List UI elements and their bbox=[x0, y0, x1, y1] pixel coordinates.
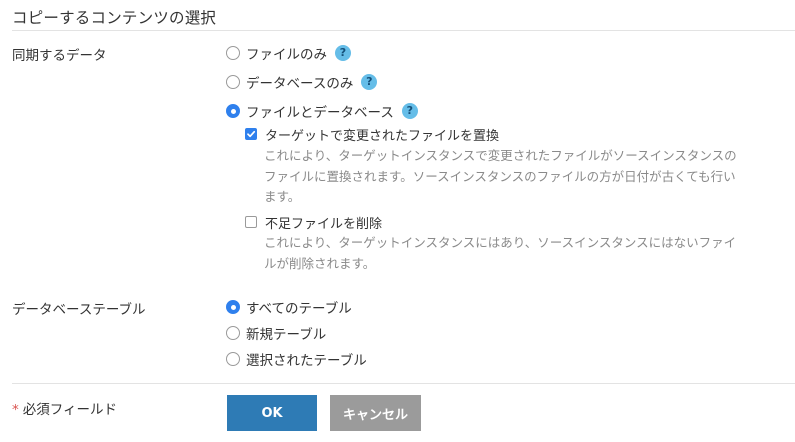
checkbox-label: ターゲットで変更されたファイルを置換 bbox=[265, 128, 500, 144]
title-divider bbox=[12, 30, 795, 31]
radio-label: 選択されたテーブル bbox=[246, 353, 367, 369]
radio-files-and-database[interactable]: ファイルとデータベース ? bbox=[226, 101, 418, 121]
radio-button[interactable] bbox=[226, 326, 240, 340]
question-icon[interactable]: ? bbox=[361, 74, 378, 90]
radio-files-only[interactable]: ファイルのみ ? bbox=[226, 43, 351, 63]
question-icon[interactable]: ? bbox=[401, 103, 418, 119]
replace-files-description: これにより、ターゲットインスタンスで変更されたファイルがソースインスタンスの フ… bbox=[264, 146, 764, 208]
cancel-button[interactable]: キャンセル bbox=[330, 395, 421, 431]
radio-button[interactable] bbox=[226, 352, 240, 366]
delete-files-description: これにより、ターゲットインスタンスにはあり、ソースインスタンスにはないファイ ル… bbox=[264, 233, 764, 274]
radio-button-selected[interactable] bbox=[226, 104, 240, 118]
checkbox-unchecked[interactable] bbox=[245, 216, 257, 228]
database-tables-label: データベーステーブル bbox=[12, 302, 146, 318]
radio-label: 新規テーブル bbox=[246, 327, 327, 343]
radio-new-tables[interactable]: 新規テーブル bbox=[226, 323, 326, 343]
required-fields-note: * 必須フィールド bbox=[12, 398, 117, 418]
question-icon[interactable]: ? bbox=[335, 45, 351, 61]
radio-label: ファイルのみ bbox=[246, 47, 327, 63]
description-line: これにより、ターゲットインスタンスで変更されたファイルがソースインスタンスの bbox=[264, 148, 737, 163]
sync-data-label: 同期するデータ bbox=[12, 48, 107, 64]
ok-button[interactable]: OK bbox=[227, 395, 317, 431]
section-title: コピーするコンテンツの選択 bbox=[12, 9, 217, 27]
footer-divider bbox=[12, 383, 795, 384]
checkbox-label: 不足ファイルを削除 bbox=[265, 216, 383, 232]
description-line: ます。 bbox=[264, 189, 301, 204]
required-star: * bbox=[12, 402, 19, 418]
radio-label: データベースのみ bbox=[246, 76, 354, 92]
radio-selected-tables[interactable]: 選択されたテーブル bbox=[226, 349, 367, 369]
radio-button[interactable] bbox=[226, 75, 240, 89]
checkbox-delete-missing-files[interactable]: 不足ファイルを削除 bbox=[245, 213, 383, 232]
description-line: ルが削除されます。 bbox=[264, 255, 376, 271]
copy-content-panel: コピーするコンテンツの選択 同期するデータ ファイルのみ ? データベースのみ … bbox=[0, 0, 795, 442]
radio-database-only[interactable]: データベースのみ ? bbox=[226, 72, 378, 92]
checkbox-checked[interactable] bbox=[245, 128, 257, 140]
radio-label: ファイルとデータベース bbox=[246, 105, 394, 121]
checkmark-icon bbox=[247, 130, 256, 138]
description-line: ファイルに置換されます。ソースインスタンスのファイルの方が日付が古くても行い bbox=[264, 168, 736, 184]
description-line: これにより、ターゲットインスタンスにはあり、ソースインスタンスにはないファイ bbox=[264, 235, 737, 250]
radio-button-selected[interactable] bbox=[226, 300, 240, 314]
checkbox-replace-changed-files[interactable]: ターゲットで変更されたファイルを置換 bbox=[245, 125, 500, 144]
required-label: 必須フィールド bbox=[22, 402, 117, 418]
radio-all-tables[interactable]: すべてのテーブル bbox=[226, 297, 352, 317]
radio-button[interactable] bbox=[226, 46, 240, 60]
radio-label: すべてのテーブル bbox=[246, 301, 352, 317]
